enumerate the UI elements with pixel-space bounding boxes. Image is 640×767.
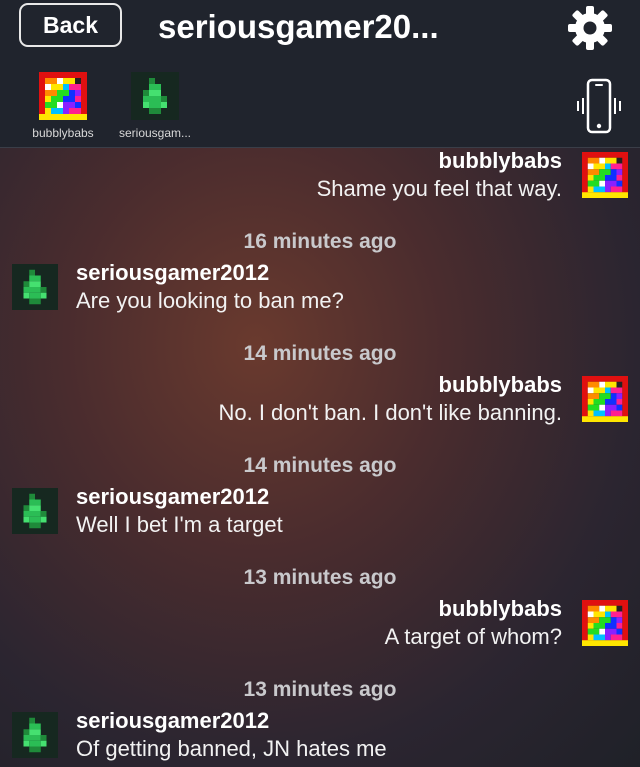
message-text: Well I bet I'm a target [76, 512, 283, 537]
timestamp: 13 minutes ago [243, 566, 397, 589]
avatar[interactable] [12, 712, 58, 758]
message-row: seriousgamer2012 Well I bet I'm a target [0, 484, 640, 550]
back-button[interactable]: Back [19, 3, 122, 47]
message-row: bubblybabs A target of whom? [0, 596, 640, 662]
timestamp: 14 minutes ago [243, 342, 397, 365]
sender-name: bubblybabs [438, 596, 562, 621]
sender-name: seriousgamer2012 [76, 260, 270, 285]
page-title: seriousgamer20... [158, 8, 439, 45]
avatar[interactable] [582, 600, 628, 646]
timestamp: 13 minutes ago [243, 678, 397, 701]
avatar[interactable] [582, 376, 628, 422]
message-row: seriousgamer2012 Are you looking to ban … [0, 260, 640, 326]
avatar[interactable] [582, 152, 628, 198]
timestamp: 14 minutes ago [243, 454, 397, 477]
timestamp: 16 minutes ago [243, 230, 397, 253]
participant-seriousgamer[interactable]: seriousgam... [113, 72, 197, 140]
message-text: Of getting banned, JN hates me [76, 736, 387, 761]
message-text: Are you looking to ban me? [76, 288, 344, 313]
message-text: Shame you feel that way. [316, 176, 562, 201]
participant-bubblybabs[interactable]: bubblybabs [21, 72, 105, 140]
avatar[interactable] [12, 488, 58, 534]
gear-icon[interactable] [566, 4, 614, 52]
message-row: bubblybabs No. I don't ban. I don't like… [0, 372, 640, 438]
sender-name: seriousgamer2012 [76, 708, 270, 733]
message-row: seriousgamer2012 Of getting banned, JN h… [0, 708, 640, 767]
message-text: No. I don't ban. I don't like banning. [218, 400, 562, 425]
avatar [131, 72, 179, 120]
message-text: A target of whom? [384, 624, 562, 649]
sender-name: bubblybabs [438, 372, 562, 397]
nav-bar: Back seriousgamer20... [0, 0, 640, 60]
sender-name: bubblybabs [438, 148, 562, 173]
participants-bar: bubblybabs seriousgam... [0, 60, 640, 148]
avatar [39, 72, 87, 120]
chat-transcript[interactable]: bubblybabs Shame you feel that way. 16 m… [0, 148, 640, 767]
phone-vibrate-icon[interactable] [574, 78, 624, 134]
sender-name: seriousgamer2012 [76, 484, 270, 509]
participant-label: seriousgam... [118, 126, 192, 140]
participant-label: bubblybabs [32, 126, 94, 140]
avatar[interactable] [12, 264, 58, 310]
message-row: bubblybabs Shame you feel that way. [0, 148, 640, 214]
